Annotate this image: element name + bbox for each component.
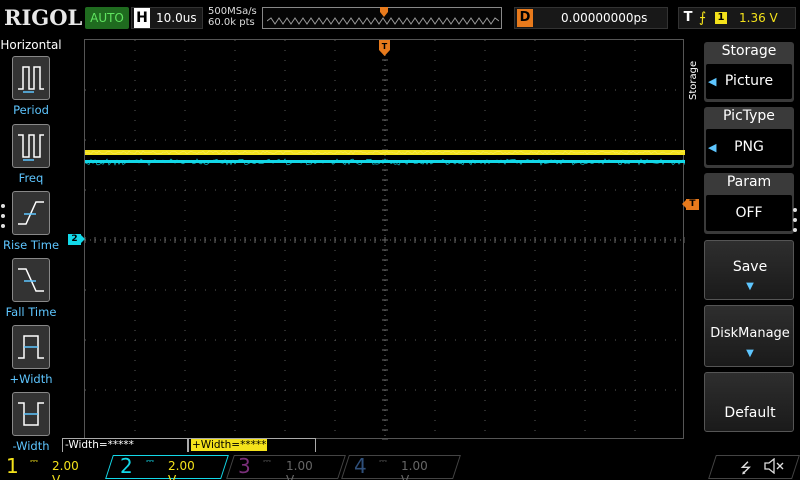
channel-1-number: 1 [6,453,19,479]
measurement-result-neg-width: -Width=***** [62,438,188,453]
trigger-source: 1 [715,12,727,24]
run-mode-indicator[interactable]: AUTO [85,7,129,29]
positive-width-icon [12,325,50,369]
timebase-box[interactable]: H 10.0us [131,7,203,29]
measure-freq-button[interactable]: Freq [0,124,62,188]
waveform-display[interactable] [84,39,684,439]
channel-3-scale: 1.00 V [286,459,313,480]
negative-width-icon [12,392,50,436]
default-softkey[interactable]: Default [704,372,794,432]
storage-type-softkey[interactable]: Storage Picture ◀ [704,42,794,102]
menu-page-dots [1,204,6,234]
measure-neg-width-label: -Width [0,439,62,453]
measure-fall-time-label: Fall Time [0,305,62,319]
pictype-softkey[interactable]: PicType PNG ◀ [704,107,794,168]
channel-1-scale: 2.00 V [52,459,79,480]
param-value: OFF [706,195,792,231]
measurement-result-pos-width: +Width=***** [188,438,316,453]
measure-menu: Horizontal Period Freq Rise Time Fall Ti… [0,38,62,450]
memory-trigger-marker-icon [380,7,388,17]
disk-manage-label: DiskManage [705,326,795,341]
menu-page-dots-right [793,208,798,238]
storage-type-title: Storage [704,43,794,59]
rise-time-icon [12,191,50,235]
default-label: Default [705,405,795,421]
acquisition-info: 500MSa/s 60.0k pts [208,6,257,28]
period-icon [12,56,50,100]
timebase-value: 10.0us [156,8,197,28]
trigger-level-marker[interactable]: T [686,199,699,210]
channel-2-scale: 2.00 V [168,459,195,480]
measure-neg-width-button[interactable]: -Width [0,392,62,456]
delay-label: D [517,9,533,27]
usb-icon: ⭍ [740,458,752,480]
measure-rise-time-button[interactable]: Rise Time [0,191,62,255]
channel-3-number: 3 [238,453,251,479]
measurement-result-pos-width-text: +Width=***** [191,439,267,451]
measure-period-label: Period [0,103,62,117]
save-softkey[interactable]: Save ▼ [704,240,794,300]
measure-rise-time-label: Rise Time [0,238,62,252]
top-status-bar: RIGOL AUTO H 10.0us 500MSa/s 60.0k pts D… [0,0,800,38]
rising-edge-icon: ⨍ [699,9,706,27]
measure-menu-title: Horizontal [0,38,62,52]
storage-menu-title: Storage [688,61,699,100]
frequency-icon [12,124,50,168]
measure-period-button[interactable]: Period [0,56,62,120]
system-status-frame [708,455,800,479]
timebase-label: H [134,8,150,28]
measure-freq-label: Freq [0,171,62,185]
select-left-icon: ◀ [708,75,716,88]
fall-time-icon [12,258,50,302]
trigger-position-marker[interactable]: T [379,40,390,56]
dc-coupling-icon: ⎓ [379,456,387,467]
measure-pos-width-label: +Width [0,372,62,386]
param-title: Param [704,174,794,190]
select-left-icon: ◀ [708,141,716,154]
speaker-muted-icon[interactable] [764,458,784,474]
param-softkey[interactable]: Param OFF [704,173,794,234]
disk-manage-softkey[interactable]: DiskManage ▼ [704,305,794,367]
trigger-box[interactable]: T ⨍ 1 1.36 V [678,7,796,29]
submenu-arrow-icon: ▼ [705,281,795,292]
trigger-position-label: T [382,42,388,51]
dc-coupling-icon: ⎓ [30,456,38,467]
delay-value: 0.00000000ps [561,8,647,28]
dc-coupling-icon: ⎓ [263,456,271,467]
measure-fall-time-button[interactable]: Fall Time [0,258,62,322]
trigger-level: 1.36 V [739,8,778,28]
save-label: Save [705,259,795,275]
dc-coupling-icon: ⎓ [146,456,154,467]
channel-2-number: 2 [120,453,133,479]
measure-pos-width-button[interactable]: +Width [0,325,62,389]
graticule [85,40,685,440]
memory-depth: 60.0k pts [208,17,257,28]
pictype-title: PicType [704,108,794,124]
memory-waveform-preview [267,17,499,27]
memory-overview-bar[interactable] [262,7,502,29]
sample-rate: 500MSa/s [208,6,257,17]
brand-logo: RIGOL [4,5,82,30]
channel-4-number: 4 [354,453,367,479]
ch2-offset-marker[interactable]: 2 [68,234,81,245]
storage-type-value: Picture [706,64,792,99]
trigger-label: T [681,9,695,27]
pictype-value: PNG [706,129,792,165]
delay-box[interactable]: D 0.00000000ps [514,7,668,29]
channel-status-bar: 1 ⎓ 2.00 V 2 ⎓ 2.00 V 3 ⎓ 1.00 V 4 ⎓ 1.0… [0,452,800,480]
channel-4-scale: 1.00 V [401,459,428,480]
submenu-arrow-icon: ▼ [705,348,795,359]
